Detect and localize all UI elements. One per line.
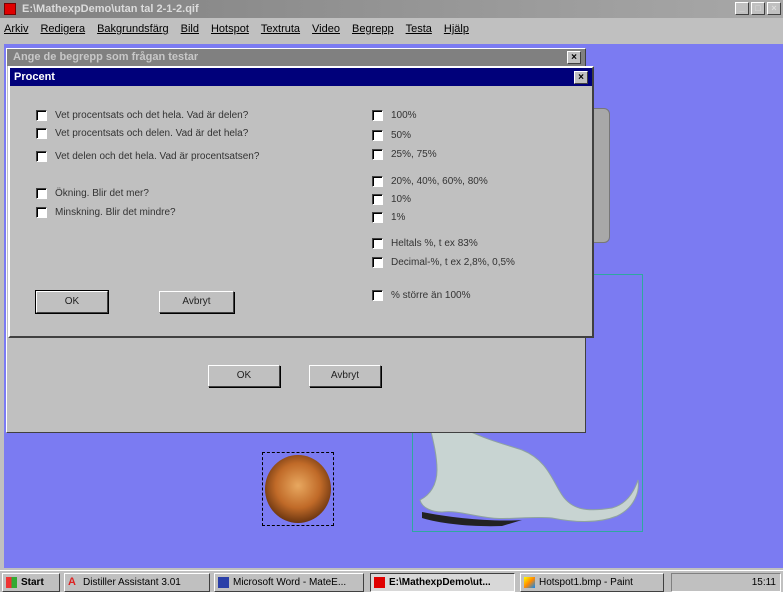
title-bar[interactable]: E:\MathexpDemo\utan tal 2-1-2.qif _ □ × <box>0 0 783 18</box>
option-20-40-60-80-percent[interactable]: 20%, 40%, 60%, 80% <box>372 176 488 187</box>
checkbox[interactable] <box>36 128 47 139</box>
taskbar: Start A Distiller Assistant 3.01 Microso… <box>0 570 783 592</box>
menu-textruta[interactable]: Textruta <box>261 20 300 38</box>
checkbox[interactable] <box>372 212 383 223</box>
percent-cancel-button[interactable]: Avbryt <box>159 291 234 313</box>
start-button[interactable]: Start <box>2 573 60 592</box>
option-10-percent[interactable]: 10% <box>372 194 411 205</box>
taskbar-item-distiller[interactable]: A Distiller Assistant 3.01 <box>64 573 210 592</box>
concept-dialog-close-button[interactable]: × <box>567 51 581 64</box>
menu-redigera[interactable]: Redigera <box>40 20 85 38</box>
menu-video[interactable]: Video <box>312 20 340 38</box>
system-tray: 15:11 <box>671 573 781 592</box>
percent-dialog-title: Procent <box>10 68 592 86</box>
windows-logo-icon <box>6 577 17 588</box>
checkbox[interactable] <box>372 110 383 121</box>
percent-dialog: Procent × Vet procentsats och det hela. … <box>8 66 594 338</box>
option-integer-percent[interactable]: Heltals %, t ex 83% <box>372 238 478 249</box>
checkbox[interactable] <box>372 238 383 249</box>
option-25-75-percent[interactable]: 25%, 75% <box>372 149 437 160</box>
checkbox[interactable] <box>372 290 383 301</box>
menu-bild[interactable]: Bild <box>181 20 199 38</box>
menu-bar: Arkiv Redigera Bakgrundsfärg Bild Hotspo… <box>0 20 783 38</box>
distiller-icon: A <box>68 576 76 588</box>
menu-testa[interactable]: Testa <box>406 20 432 38</box>
menu-arkiv[interactable]: Arkiv <box>4 20 28 38</box>
minimize-button[interactable]: _ <box>735 2 749 15</box>
concept-ok-button[interactable]: OK <box>208 365 280 387</box>
checkbox[interactable] <box>372 149 383 160</box>
window-title: E:\MathexpDemo\utan tal 2-1-2.qif <box>22 3 199 15</box>
checkbox[interactable] <box>36 110 47 121</box>
mathexp-icon <box>374 577 385 588</box>
option-1-percent[interactable]: 1% <box>372 212 405 223</box>
menu-begrepp[interactable]: Begrepp <box>352 20 394 38</box>
concept-cancel-button[interactable]: Avbryt <box>309 365 381 387</box>
checkbox[interactable] <box>372 257 383 268</box>
percent-dialog-close-button[interactable]: × <box>574 71 588 84</box>
checkbox[interactable] <box>372 130 383 141</box>
clock[interactable]: 15:11 <box>752 577 776 588</box>
concept-dialog-title: Ange de begrepp som frågan testar <box>7 49 585 66</box>
hamster-image[interactable] <box>265 455 331 523</box>
option-known-percent-and-part[interactable]: Vet procentsats och delen. Vad är det he… <box>36 128 248 139</box>
checkbox[interactable] <box>36 188 47 199</box>
application-window: E:\MathexpDemo\utan tal 2-1-2.qif _ □ × … <box>0 0 783 570</box>
option-known-percent-and-whole[interactable]: Vet procentsats och det hela. Vad är del… <box>36 110 248 121</box>
app-icon <box>4 3 16 15</box>
window-controls: _ □ × <box>735 2 781 15</box>
taskbar-item-mathexp[interactable]: E:\MathexpDemo\ut... <box>370 573 515 592</box>
menu-hotspot[interactable]: Hotspot <box>211 20 249 38</box>
option-decrease[interactable]: Minskning. Blir det mindre? <box>36 207 176 218</box>
option-over-100-percent[interactable]: % större än 100% <box>372 290 471 301</box>
paint-icon <box>524 577 535 588</box>
taskbar-item-word[interactable]: Microsoft Word - MateE... <box>214 573 364 592</box>
checkbox[interactable] <box>36 151 47 162</box>
percent-ok-button[interactable]: OK <box>35 290 109 314</box>
option-50-percent[interactable]: 50% <box>372 130 411 141</box>
option-known-part-and-whole[interactable]: Vet delen och det hela. Vad är procentsa… <box>36 151 259 162</box>
maximize-button[interactable]: □ <box>751 2 765 15</box>
close-button[interactable]: × <box>767 2 781 15</box>
option-decimal-percent[interactable]: Decimal-%, t ex 2,8%, 0,5% <box>372 257 515 268</box>
menu-bakgrundsfarg[interactable]: Bakgrundsfärg <box>97 20 169 38</box>
checkbox[interactable] <box>372 194 383 205</box>
option-100-percent[interactable]: 100% <box>372 110 417 121</box>
menu-hjalp[interactable]: Hjälp <box>444 20 469 38</box>
word-icon <box>218 577 229 588</box>
taskbar-item-paint[interactable]: Hotspot1.bmp - Paint <box>520 573 664 592</box>
option-increase[interactable]: Ökning. Blir det mer? <box>36 188 149 199</box>
checkbox[interactable] <box>36 207 47 218</box>
checkbox[interactable] <box>372 176 383 187</box>
